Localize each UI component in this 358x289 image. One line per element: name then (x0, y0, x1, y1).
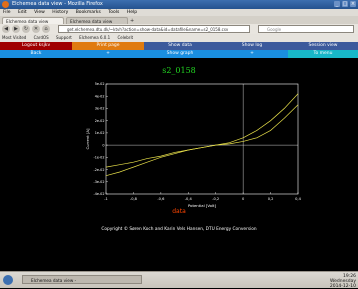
close-button[interactable]: × (350, 1, 356, 7)
y-tick-label: 2e-02 (95, 119, 105, 123)
taskbar-window-item[interactable]: Elchemea data view - (22, 275, 142, 284)
stop-icon[interactable]: ✕ (32, 25, 40, 33)
logout-button[interactable]: Logout ksjkv (0, 42, 72, 50)
iv-curve (105, 104, 299, 177)
to-menu-button[interactable]: To menu (288, 50, 358, 58)
taskbar: Elchemea data view - 19:26 Wednesday 201… (0, 271, 358, 289)
back-arrow-icon[interactable]: ◀ (2, 25, 10, 33)
y-tick-label: 4e-02 (95, 94, 105, 98)
bookmark-cardos[interactable]: CardOS (34, 35, 49, 40)
y-tick-label: -1e-02 (93, 156, 104, 160)
y-tick-label: -3e-02 (93, 180, 104, 184)
minimize-button[interactable]: _ (334, 1, 340, 7)
x-tick-label: 0 (242, 197, 245, 201)
menu-tools[interactable]: Tools (108, 10, 119, 15)
search-placeholder: Google (267, 27, 282, 32)
y-axis-label: Current [A] (85, 128, 90, 150)
menu-help[interactable]: Help (127, 10, 137, 15)
reload-icon[interactable]: ↻ (22, 25, 30, 33)
search-input[interactable]: Google (258, 25, 354, 33)
show-graph-button[interactable]: Show graph (144, 50, 216, 58)
maximize-button[interactable]: □ (342, 1, 348, 7)
bookmark-support[interactable]: Support (56, 35, 72, 40)
back-button[interactable]: Back (0, 50, 72, 58)
x-tick-label: 0,4 (295, 197, 301, 201)
plus-button[interactable]: + (72, 50, 144, 58)
menu-view[interactable]: View (34, 10, 45, 15)
x-tick-label: -0,8 (130, 197, 138, 201)
x-tick-label: -0,2 (212, 197, 219, 201)
iv-curve (105, 93, 299, 168)
menu-history[interactable]: History (52, 10, 68, 15)
y-tick-label: 1e-02 (95, 131, 105, 135)
plus-button[interactable]: + (216, 50, 288, 58)
y-tick-label: 0 (102, 143, 104, 147)
home-icon[interactable]: ⌂ (42, 25, 50, 33)
bookmark-celebrit[interactable]: Celebrit (117, 35, 133, 40)
x-tick-label: -1 (104, 197, 108, 201)
url-bar[interactable]: get.elchemea.dtu.dk/~ktvh?action=show-da… (58, 25, 250, 33)
x-tick-label: -0,6 (157, 197, 165, 201)
navigation-bar: ◀ ▶ ↻ ✕ ⌂ get.elchemea.dtu.dk/~ktvh?acti… (0, 24, 358, 34)
menu-file[interactable]: File (3, 10, 11, 15)
menu-bookmarks[interactable]: Bookmarks (76, 10, 101, 15)
session-view-button[interactable]: Session view (288, 42, 358, 50)
x-tick-label: -0,4 (185, 197, 193, 201)
x-tick-label: 0,2 (268, 197, 274, 201)
menu-bar: File Edit View History Bookmarks Tools H… (0, 9, 358, 16)
iv-chart: -1 -0,8 -0,6 -0,4 -0,2 0 0,2 0,4 -4e-02 -3e-02 -2e… (85, 82, 302, 208)
show-data-button[interactable]: Show data (144, 42, 216, 50)
show-log-button[interactable]: Show log (216, 42, 288, 50)
print-page-button[interactable]: Print page (72, 42, 144, 50)
chart-legend: data (172, 208, 186, 215)
y-tick-label: 5e-02 (95, 82, 105, 86)
forward-arrow-icon[interactable]: ▶ (12, 25, 20, 33)
start-menu-icon[interactable] (3, 275, 13, 285)
menu-edit[interactable]: Edit (18, 10, 27, 15)
copyright-text: Copyright © Søren Koch and Karin Vels Ha… (101, 227, 257, 232)
firefox-icon (2, 1, 9, 8)
tab-inactive[interactable]: Elchemea data view (66, 17, 128, 24)
bookmark-most-visited[interactable]: Most Visited (2, 35, 26, 40)
url-text: get.elchemea.dtu.dk/~ktvh?action=show-da… (67, 27, 229, 32)
bookmark-elchemea[interactable]: Elchemea 6.0.1 (79, 35, 110, 40)
window-titlebar: Elchemea data view - Mozilla Firefox _ □… (0, 0, 358, 9)
y-tick-label: -4e-02 (93, 192, 104, 196)
y-tick-label: -2e-02 (93, 168, 104, 172)
plot-frame (105, 83, 299, 195)
plot-title: s2_0158 (162, 66, 196, 75)
y-tick-label: 3e-02 (95, 107, 105, 111)
window-title: Elchemea data view - Mozilla Firefox (12, 1, 103, 7)
tab-active[interactable]: Elchemea data view (2, 17, 64, 24)
taskbar-item-label: Elchemea data view - (31, 278, 77, 283)
